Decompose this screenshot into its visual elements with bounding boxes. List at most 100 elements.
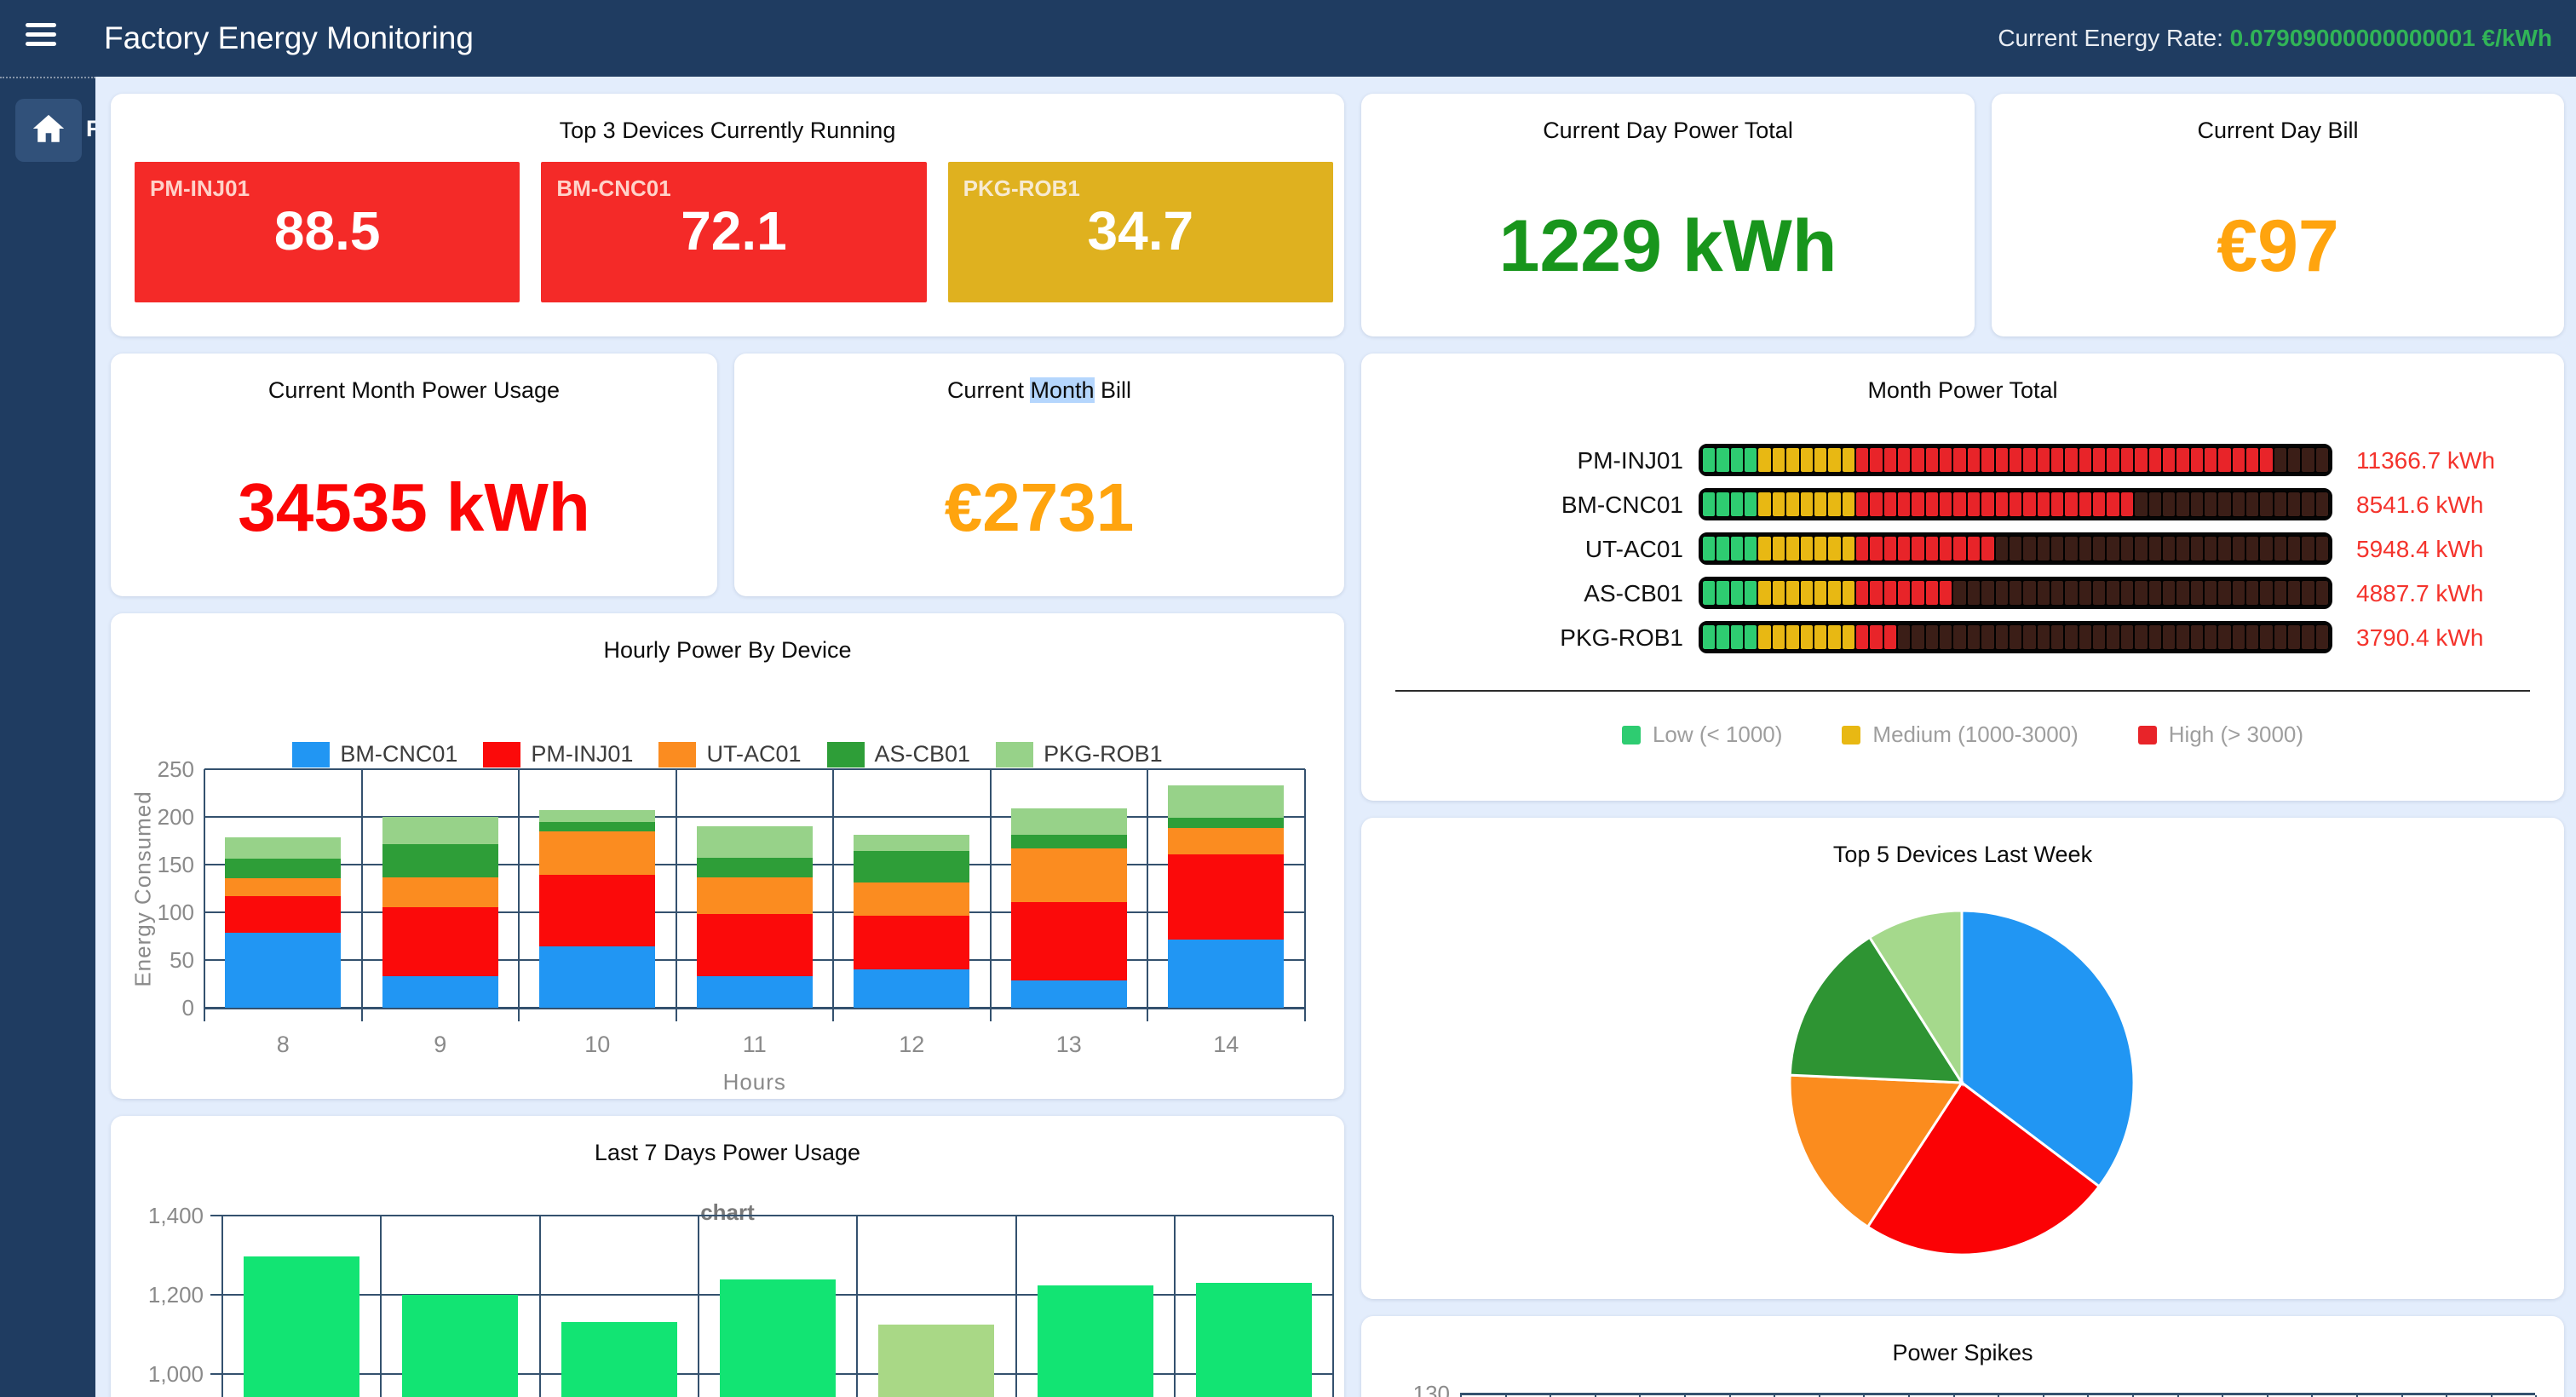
led-segment (2121, 581, 2133, 605)
panel-title: Current Day Power Total (1361, 118, 1975, 144)
stacked-bar-segment (1011, 808, 1127, 835)
led-segment (2051, 448, 2063, 472)
power-spikes-chart: 130 (1361, 1316, 2564, 1397)
panel-top3-devices: Top 3 Devices Currently Running PM-INJ01… (111, 94, 1344, 336)
month-bar-label: PKG-ROB1 (1402, 624, 1683, 652)
sidebar-item-label-clipped[interactable]: F (86, 116, 95, 142)
led-segment (2288, 625, 2300, 649)
gridline-h (204, 816, 1305, 818)
pie-svg (1787, 908, 2136, 1257)
gridline-v (698, 1216, 699, 1397)
gridline-v (361, 769, 363, 1021)
stacked-bar-segment (1168, 785, 1284, 818)
led-segment (1884, 581, 1896, 605)
hourly-chart: 050100150200250891011121314HoursEnergy C… (111, 613, 1344, 1099)
led-segment (2205, 537, 2217, 561)
panel-title: Month Power Total (1361, 377, 2564, 404)
led-segment (2233, 625, 2245, 649)
energy-rate-label: Current Energy Rate: (1998, 25, 2229, 51)
led-segment (1758, 537, 1770, 561)
led-segment (1758, 448, 1770, 472)
y-tick-mark (210, 1215, 222, 1216)
y-tick-label: 1,200 (127, 1282, 204, 1308)
panel-month-power-total: Month Power Total PM-INJ0111366.7 kWhBM-… (1361, 354, 2564, 801)
led-segment (2233, 581, 2245, 605)
led-segment (1981, 537, 1993, 561)
led-segment (1814, 492, 1826, 516)
led-segment (1786, 448, 1798, 472)
led-segment (2163, 625, 2175, 649)
gridline-v (380, 1216, 382, 1397)
led-segment (1898, 581, 1910, 605)
gridline-v (518, 769, 520, 1021)
month-led-bar (1699, 444, 2332, 476)
bar (878, 1325, 994, 1397)
led-segment (2233, 492, 2245, 516)
led-segment (2288, 537, 2300, 561)
led-segment (2163, 581, 2175, 605)
home-icon (31, 111, 66, 151)
stacked-bar-segment (854, 969, 969, 1008)
legend-item: High (> 3000) (2138, 721, 2303, 748)
led-segment (1745, 448, 1757, 472)
legend-swatch (2138, 726, 2157, 744)
led-segment (1996, 492, 2008, 516)
led-segment (1968, 448, 1980, 472)
led-segment (1786, 537, 1798, 561)
led-segment (2135, 537, 2147, 561)
month-bar-value: 11366.7 kWh (2356, 447, 2495, 474)
led-segment (1981, 448, 1993, 472)
led-segment (1870, 492, 1882, 516)
led-segment (2149, 581, 2161, 605)
led-segment (1843, 625, 1854, 649)
led-segment (2065, 537, 2077, 561)
led-segment (2288, 448, 2300, 472)
led-segment (2093, 625, 2105, 649)
led-segment (2218, 448, 2230, 472)
led-segment (2260, 448, 2272, 472)
stacked-bar-segment (225, 878, 341, 896)
led-segment (2038, 537, 2050, 561)
led-segment (1898, 448, 1910, 472)
led-segment (2023, 492, 2035, 516)
led-segment (2121, 448, 2133, 472)
led-segment (2149, 448, 2161, 472)
led-segment (2176, 581, 2188, 605)
stacked-bar-segment (697, 858, 813, 877)
led-segment (1773, 581, 1785, 605)
led-segment (1870, 537, 1882, 561)
day-bill-value: €97 (1992, 204, 2564, 289)
month-bar-value: 5948.4 kWh (2356, 536, 2483, 563)
device-tile-name: BM-CNC01 (556, 175, 670, 202)
led-segment (1773, 448, 1785, 472)
led-segment (2316, 492, 2328, 516)
stacked-bar-segment (225, 933, 341, 1008)
led-segment (2288, 492, 2300, 516)
led-segment (2065, 448, 2077, 472)
led-segment (1801, 581, 1813, 605)
legend-item: Medium (1000-3000) (1842, 721, 2078, 748)
stacked-bar-segment (697, 826, 813, 858)
led-segment (1870, 448, 1882, 472)
stacked-bar-segment (1011, 902, 1127, 980)
led-segment (2260, 492, 2272, 516)
led-segment (1843, 537, 1854, 561)
led-segment (1703, 625, 1715, 649)
led-segment (1758, 581, 1770, 605)
bar (1038, 1285, 1153, 1397)
y-tick-label: 1,000 (127, 1361, 204, 1388)
led-segment (2218, 492, 2230, 516)
led-segment (2093, 537, 2105, 561)
selected-text: Month (1030, 377, 1094, 403)
panel-title: Top 3 Devices Currently Running (111, 118, 1344, 144)
menu-hamburger-icon[interactable] (26, 23, 60, 54)
device-tile-value: 88.5 (135, 199, 520, 262)
led-segment (2316, 581, 2328, 605)
home-button[interactable] (15, 99, 82, 162)
stacked-bar-segment (1168, 940, 1284, 1008)
led-segment (1801, 448, 1813, 472)
led-segment (2023, 448, 2035, 472)
led-segment (1953, 448, 1965, 472)
led-segment (2176, 625, 2188, 649)
led-segment (2218, 581, 2230, 605)
